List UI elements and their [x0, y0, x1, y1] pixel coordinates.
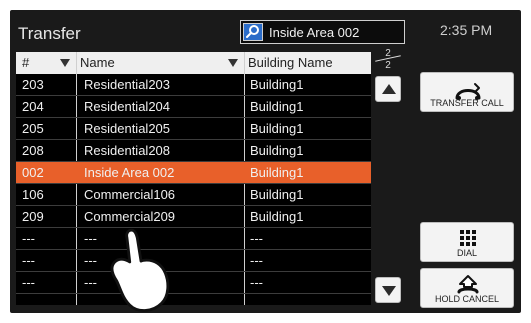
column-header-building: Building Name	[248, 55, 333, 70]
page-title: Transfer	[18, 24, 81, 43]
sort-icon-name[interactable]	[228, 59, 238, 67]
table-row[interactable]: 208 Residential208 Building1	[16, 140, 371, 162]
row-number: 203	[22, 77, 44, 92]
scroll-up-button[interactable]	[375, 76, 401, 102]
page-indicator: 2 2	[375, 48, 401, 71]
table-row[interactable]: --- --- ---	[16, 272, 371, 294]
row-building: Building1	[250, 143, 304, 158]
row-building: Building1	[250, 77, 304, 92]
chevron-up-icon	[382, 84, 396, 94]
transfer-screen: Transfer Inside Area 002 2:35 PM # Name …	[10, 10, 521, 313]
row-building: ---	[250, 275, 263, 290]
row-number: 208	[22, 143, 44, 158]
pointing-hand-icon	[110, 228, 170, 312]
row-name: Commercial106	[84, 187, 176, 202]
row-building: ---	[250, 231, 263, 246]
hold-cancel-label: HOLD CANCEL	[434, 294, 499, 304]
row-number: 205	[22, 121, 44, 136]
column-header-name: Name	[80, 55, 115, 70]
row-number: 209	[22, 209, 44, 224]
search-value: Inside Area 002	[269, 25, 360, 40]
table-header: # Name Building Name	[16, 52, 371, 74]
page-total: 2	[385, 60, 391, 71]
table-row[interactable]: 203 Residential203 Building1	[16, 74, 371, 96]
row-number: ---	[22, 275, 35, 290]
row-building: Building1	[250, 209, 304, 224]
row-building: ---	[250, 253, 263, 268]
row-number: 002	[22, 165, 44, 180]
search-icon[interactable]	[243, 23, 263, 41]
row-number: 106	[22, 187, 44, 202]
scroll-down-button[interactable]	[375, 277, 401, 303]
hold-cancel-button[interactable]: HOLD CANCEL	[420, 268, 514, 308]
table-row[interactable]: 209 Commercial209 Building1	[16, 206, 371, 228]
table-row[interactable]: 204 Residential204 Building1	[16, 96, 371, 118]
search-field[interactable]: Inside Area 002	[240, 20, 405, 44]
table-row[interactable]: 205 Residential205 Building1	[16, 118, 371, 140]
sort-icon-number[interactable]	[60, 59, 70, 67]
table-row[interactable]: --- --- ---	[16, 250, 371, 272]
table-row[interactable]: 106 Commercial106 Building1	[16, 184, 371, 206]
clock-time: 2:35 PM	[440, 22, 493, 38]
dial-button[interactable]: DIAL	[420, 222, 514, 262]
table-row-selected[interactable]: 002 Inside Area 002 Building1	[16, 162, 371, 184]
keypad-icon	[460, 230, 476, 246]
row-building: Building1	[250, 187, 304, 202]
row-number: ---	[22, 231, 35, 246]
row-name: Inside Area 002	[84, 165, 175, 180]
transfer-call-button[interactable]: TRANSFER CALL	[420, 72, 514, 112]
row-building: Building1	[250, 99, 304, 114]
row-name: Residential204	[84, 99, 171, 114]
row-name: Residential205	[84, 121, 171, 136]
row-number: 204	[22, 99, 44, 114]
directory-table: # Name Building Name 203 Residential203 …	[16, 52, 371, 312]
row-building: Building1	[250, 165, 304, 180]
row-building: Building1	[250, 121, 304, 136]
table-row[interactable]: --- --- ---	[16, 228, 371, 250]
transfer-call-icon	[455, 83, 481, 100]
chevron-down-icon	[382, 286, 396, 296]
row-name: Residential203	[84, 77, 171, 92]
hold-cancel-icon	[457, 275, 479, 294]
row-name: Residential208	[84, 143, 171, 158]
row-number: ---	[22, 253, 35, 268]
dial-label: DIAL	[456, 248, 477, 258]
transfer-call-label: TRANSFER CALL	[430, 98, 504, 108]
device-frame: Transfer Inside Area 002 2:35 PM # Name …	[0, 0, 531, 323]
